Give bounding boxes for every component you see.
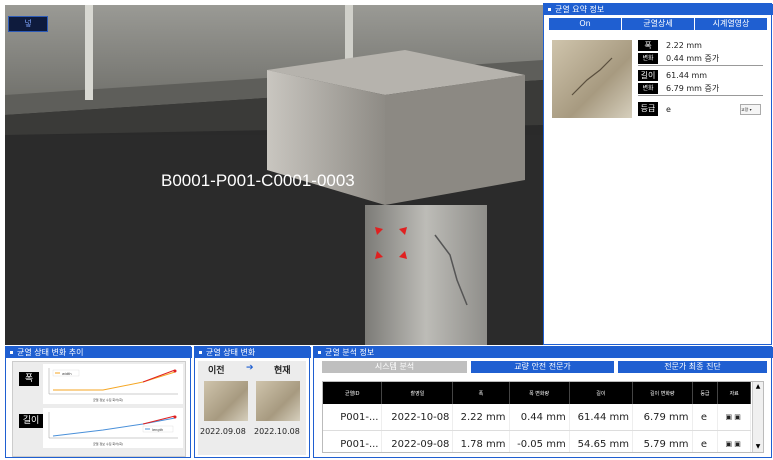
col-files: 자료 — [717, 382, 751, 404]
analysis-table-wrap: 균열ID 촬영일 폭 폭 변화량 길이 길이 변화량 등급 자료 P001-..… — [322, 381, 764, 453]
col-width-change: 폭 변화량 — [509, 382, 570, 404]
table-row[interactable]: P001-... 2022-09-08 1.78 mm -0.05 mm 54.… — [323, 430, 751, 452]
trend-width-label: 폭 — [19, 372, 39, 386]
width-value: 2.22 mm — [666, 41, 702, 50]
after-date: 2022.10.08 — [254, 427, 300, 436]
scroll-down-icon[interactable]: ▼ — [753, 442, 763, 452]
viewer-mini-label: 넣 — [8, 16, 48, 32]
scroll-up-icon[interactable]: ▲ — [753, 382, 763, 392]
grade-select[interactable]: 교량 ▾ — [740, 104, 761, 115]
before-crack-image[interactable] — [204, 381, 248, 421]
trend-panel-title: 균열 상태 변화 추이 — [6, 347, 192, 358]
change-content: 이전 ➔ 현재 2022.09.08 2022.10.08 — [198, 361, 306, 455]
width-change-label: 변화 — [638, 53, 658, 64]
element-id-label: B0001-P001-C0001-0003 — [161, 171, 355, 190]
col-length: 길이 — [569, 382, 633, 404]
width-trend-chart: width 균열 정보 수집 회차(회) — [43, 364, 183, 404]
tab-timeseries-video[interactable]: 시계열영상 — [695, 18, 767, 30]
length-value: 61.44 mm — [666, 71, 708, 80]
col-length-change: 길이 변화량 — [632, 382, 693, 404]
width-chart-xlabel: 균열 정보 수집 회차(회) — [93, 397, 123, 402]
summary-panel-title: 균열 요약 정보 — [544, 4, 773, 15]
col-grade: 등급 — [692, 382, 719, 404]
analysis-panel-title: 균열 분석 정보 — [314, 347, 773, 358]
chevron-down-icon: ▾ — [748, 107, 752, 112]
tab-bridge-safety-expert[interactable]: 교량 안전 전문가 — [471, 361, 614, 373]
before-date: 2022.09.08 — [200, 427, 246, 436]
trend-length-label: 길이 — [19, 414, 43, 428]
length-trend-chart: length 균열 정보 수집 회차(회) — [43, 408, 183, 448]
trend-panel: 균열 상태 변화 추이 폭 길이 width 균열 정보 수집 회차(회) le… — [5, 346, 192, 458]
after-label: 현재 — [274, 366, 291, 376]
before-label: 이전 — [208, 366, 225, 376]
image-icon[interactable]: ▣ — [734, 413, 741, 421]
tab-expert-final-diagnosis[interactable]: 전문가 최종 진단 — [618, 361, 767, 373]
change-panel-title: 균열 상태 변화 — [195, 347, 311, 358]
table-scrollbar[interactable]: ▲ ▼ — [752, 382, 763, 452]
table-row[interactable]: P001-... 2022-10-08 2.22 mm 0.44 mm 61.4… — [323, 404, 751, 431]
summary-crack-thumbnail — [552, 40, 632, 118]
col-crack-id: 균열ID — [323, 382, 383, 404]
col-width: 폭 — [452, 382, 510, 404]
analysis-table: 균열ID 촬영일 폭 폭 변화량 길이 길이 변화량 등급 자료 P001-..… — [323, 382, 751, 452]
arrow-right-icon: ➔ — [246, 363, 254, 373]
length-chart-xlabel: 균열 정보 수집 회차(회) — [93, 441, 123, 446]
tab-crack-detail[interactable]: 균열상세 — [622, 18, 694, 30]
save-icon[interactable]: ▣ — [725, 413, 732, 421]
length-legend: length — [152, 428, 163, 432]
grade-label: 등급 — [638, 102, 658, 116]
save-icon[interactable]: ▣ — [725, 440, 732, 448]
analysis-panel: 균열 분석 정보 시스템 분석 교량 안전 전문가 전문가 최종 진단 균열ID… — [313, 346, 773, 458]
grade-value: e — [666, 105, 671, 114]
length-change-value: 6.79 mm 증가 — [666, 84, 720, 93]
crack-marker-icon[interactable] — [371, 223, 411, 263]
tab-on[interactable]: On — [549, 18, 621, 30]
trend-chart-area: 폭 길이 width 균열 정보 수집 회차(회) length 균열 정보 수… — [12, 361, 186, 457]
crack-summary-panel: 균열 요약 정보 On 균열상세 시계열영상 폭 2.22 mm 변화 0.44… — [543, 3, 773, 345]
change-panel: 균열 상태 변화 이전 ➔ 현재 2022.09.08 2022.10.08 — [194, 346, 311, 458]
width-legend: width — [62, 372, 72, 376]
image-icon[interactable]: ▣ — [734, 440, 741, 448]
after-crack-image[interactable] — [256, 381, 300, 421]
length-change-label: 변화 — [638, 83, 658, 94]
width-change-value: 0.44 mm 증가 — [666, 54, 720, 63]
tab-system-analysis[interactable]: 시스템 분석 — [322, 361, 467, 373]
structure-viewer[interactable]: 넣 B0001-P001-C0001-0003 — [5, 5, 543, 345]
width-label: 폭 — [638, 40, 658, 51]
col-date: 촬영일 — [381, 382, 454, 404]
length-label: 길이 — [638, 70, 658, 81]
